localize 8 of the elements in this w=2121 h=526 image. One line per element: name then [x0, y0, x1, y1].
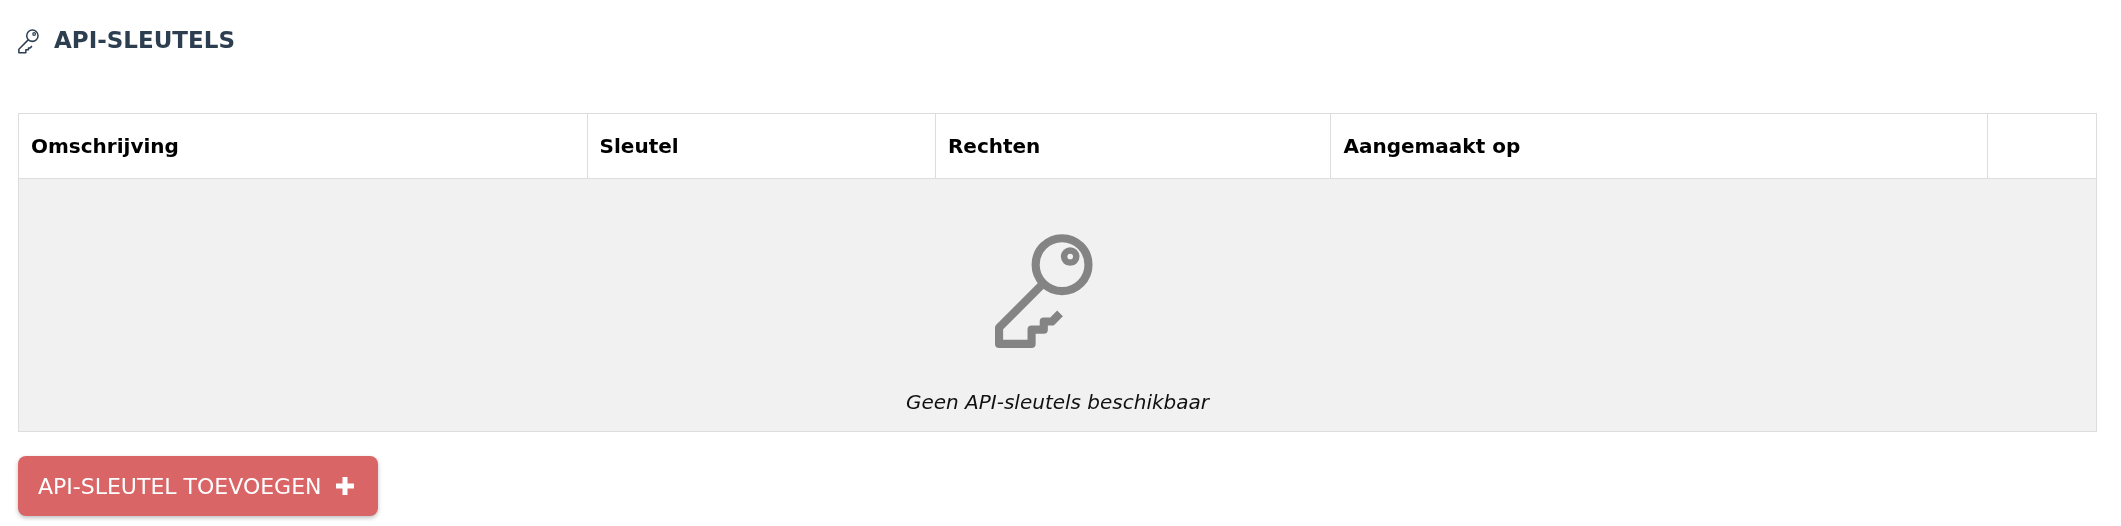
column-header: Aangemaakt op: [1330, 113, 1988, 179]
column-header: Omschrijving: [18, 113, 588, 179]
add-button[interactable]: API-SLEUTEL TOEVOEGEN: [18, 456, 378, 516]
page-title: API-SLEUTELS: [54, 27, 235, 53]
column-header: Sleutel: [587, 113, 936, 179]
empty-message: Geen API-sleutels beschikbaar: [905, 390, 1210, 414]
plus-icon: [333, 475, 356, 497]
column-header: Rechten: [935, 113, 1331, 179]
